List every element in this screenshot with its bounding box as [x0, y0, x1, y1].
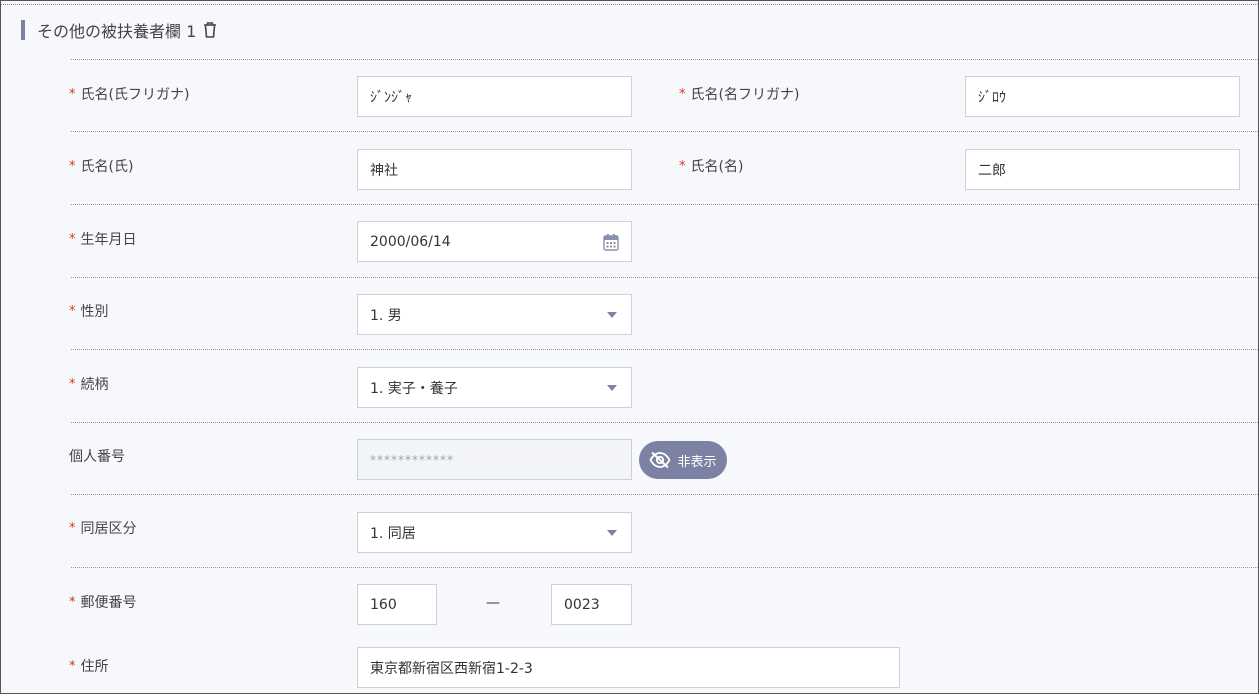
divider	[71, 494, 1258, 495]
required-mark: *	[69, 520, 76, 536]
required-mark: *	[69, 86, 76, 102]
birthdate-label: * 生年月日	[69, 229, 137, 249]
required-mark: *	[69, 303, 76, 319]
name-first-label: * 氏名(名)	[679, 156, 743, 176]
label-text: 続柄	[80, 377, 109, 393]
divider	[71, 204, 1258, 205]
postal-code-1-input[interactable]: 160	[357, 584, 437, 625]
title-accent-bar	[21, 20, 25, 40]
label-text: 住所	[80, 659, 109, 675]
label-text: 氏名(名)	[690, 159, 744, 175]
name-last-input[interactable]: 神社	[357, 149, 632, 190]
eye-off-icon	[649, 451, 672, 469]
cohabitation-label: * 同居区分	[69, 518, 137, 538]
kana-last-input[interactable]: ｼﾞﾝｼﾞｬ	[357, 76, 632, 117]
input-value: ｼﾞﾝｼﾞｬ	[370, 89, 412, 106]
chevron-down-icon	[607, 312, 617, 318]
gender-label: * 性別	[69, 301, 109, 321]
hide-button[interactable]: 非表示	[639, 441, 727, 479]
label-text: 氏名(名フリガナ)	[690, 87, 800, 103]
divider	[71, 131, 1258, 132]
section-header: その他の被扶養者欄 1	[21, 18, 218, 42]
masked-value: ************	[370, 452, 454, 467]
postal-separator: —	[486, 595, 500, 611]
calendar-icon[interactable]	[603, 233, 619, 251]
trash-icon[interactable]	[202, 21, 218, 39]
required-mark: *	[679, 86, 686, 102]
label-text: 郵便番号	[80, 595, 137, 611]
label-text: 性別	[80, 304, 109, 320]
postal-label: * 郵便番号	[69, 592, 137, 612]
cohabitation-select[interactable]: 1. 同居	[357, 512, 632, 553]
divider	[1, 4, 1258, 5]
input-value: 神社	[370, 162, 398, 179]
kana-first-input[interactable]: ｼﾞﾛｳ	[965, 76, 1240, 117]
chevron-down-icon	[607, 530, 617, 536]
chevron-down-icon	[607, 385, 617, 391]
divider	[71, 349, 1258, 350]
label-text: 氏名(氏フリガナ)	[80, 87, 190, 103]
address-input[interactable]: 東京都新宿区西新宿1-2-3	[357, 647, 900, 688]
label-text: 氏名(氏)	[80, 159, 134, 175]
postal-code-2-input[interactable]: 0023	[551, 584, 632, 625]
required-mark: *	[69, 376, 76, 392]
kana-last-label: * 氏名(氏フリガナ)	[69, 84, 189, 104]
name-first-input[interactable]: 二郎	[965, 149, 1240, 190]
input-value: 2000/06/14	[370, 233, 451, 250]
label-text: 同居区分	[80, 521, 137, 537]
input-value: 160	[370, 596, 397, 613]
my-number-input: ************	[357, 439, 632, 480]
select-value: 1. 男	[370, 307, 402, 324]
address-label: * 住所	[69, 656, 109, 676]
kana-first-label: * 氏名(名フリガナ)	[679, 84, 799, 104]
section-title: その他の被扶養者欄 1	[37, 22, 197, 41]
required-mark: *	[679, 158, 686, 174]
required-mark: *	[69, 231, 76, 247]
required-mark: *	[69, 594, 76, 610]
divider	[71, 567, 1258, 568]
required-mark: *	[69, 658, 76, 674]
relationship-label: * 続柄	[69, 374, 109, 394]
divider	[71, 277, 1258, 278]
input-value: 東京都新宿区西新宿1-2-3	[370, 660, 533, 677]
gender-select[interactable]: 1. 男	[357, 294, 632, 335]
my-number-label: 個人番号	[69, 446, 125, 466]
divider	[71, 422, 1258, 423]
divider	[71, 59, 1258, 60]
label-text: 個人番号	[69, 449, 125, 465]
input-value: 二郎	[978, 162, 1006, 179]
label-text: 生年月日	[80, 232, 137, 248]
form-frame: その他の被扶養者欄 1 * 氏名(氏フリガナ) ｼﾞﾝｼﾞｬ * 氏名(名フリガ…	[0, 0, 1259, 694]
select-value: 1. 同居	[370, 525, 416, 542]
input-value: 0023	[564, 596, 600, 613]
required-mark: *	[69, 158, 76, 174]
hide-button-label: 非表示	[677, 454, 717, 470]
select-value: 1. 実子・養子	[370, 380, 458, 397]
input-value: ｼﾞﾛｳ	[978, 89, 1006, 106]
relationship-select[interactable]: 1. 実子・養子	[357, 367, 632, 408]
birthdate-input[interactable]: 2000/06/14	[357, 221, 632, 262]
name-last-label: * 氏名(氏)	[69, 156, 133, 176]
